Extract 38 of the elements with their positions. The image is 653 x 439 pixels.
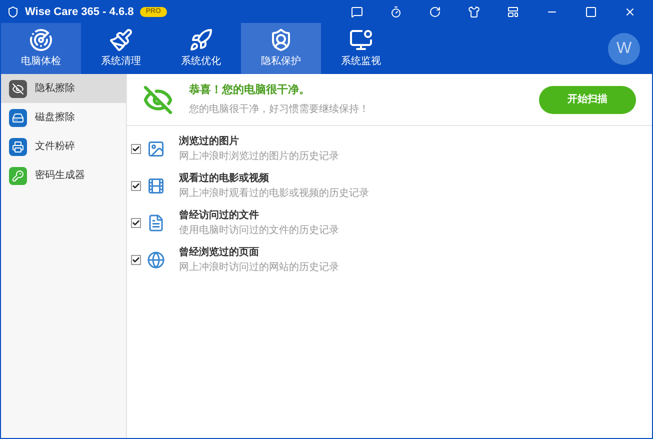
item-title: 观看过的电影或视频 xyxy=(179,172,270,186)
broom-icon xyxy=(109,28,133,52)
nav-tab[interactable]: 隐私保护 xyxy=(241,23,321,74)
checkbox[interactable] xyxy=(131,218,141,228)
shredder-icon xyxy=(9,138,27,156)
item-description: 网上冲浪时浏览过的图片的历史记录 xyxy=(179,150,339,164)
item-description: 网上冲浪时访问过的网站的历史记录 xyxy=(179,260,339,274)
window-title: Wise Care 365 - 4.6.8 xyxy=(25,4,134,20)
globe-icon xyxy=(147,250,165,268)
status-subtitle: 您的电脑很干净，好习惯需要继续保持！ xyxy=(189,102,370,118)
film-icon xyxy=(147,176,165,194)
sidebar-item[interactable]: 磁盘擦除 xyxy=(1,103,126,132)
sidebar-item[interactable]: 隐私擦除 xyxy=(1,74,126,103)
radar-icon xyxy=(29,28,53,52)
eye-slash-icon xyxy=(143,84,173,114)
checkbox[interactable] xyxy=(131,180,141,190)
shield-icon xyxy=(269,28,293,52)
item-description: 网上冲浪时观看过的电影或视频的历史记录 xyxy=(179,186,369,200)
key-icon xyxy=(9,166,27,184)
status-title: 恭喜！您的电脑很干净。 xyxy=(189,82,311,98)
item-title: 曾经访问过的文件 xyxy=(179,208,260,222)
nav-tab[interactable]: 系统监视 xyxy=(321,23,401,74)
item-title: 曾经浏览过的页面 xyxy=(179,246,260,260)
nav-tab[interactable]: 系统清理 xyxy=(81,23,161,74)
eye-slash-icon xyxy=(9,80,27,98)
rocket-icon xyxy=(189,28,213,52)
sidebar-item[interactable]: 密码生成器 xyxy=(1,161,126,190)
checkbox[interactable] xyxy=(131,254,141,264)
shield-logo-icon xyxy=(7,6,19,18)
checkbox[interactable] xyxy=(131,144,141,154)
monitor-icon xyxy=(349,28,373,52)
item-title: 浏览过的图片 xyxy=(179,134,240,148)
nav-tab[interactable]: 系统优化 xyxy=(161,23,241,74)
item-description: 使用电脑时访问过的文件的历史记录 xyxy=(179,224,339,238)
nav-tab[interactable]: 电脑体检 xyxy=(1,23,81,74)
sidebar-item[interactable]: 文件粉碎 xyxy=(1,132,126,161)
document-icon xyxy=(147,214,165,232)
image-icon xyxy=(147,140,165,158)
